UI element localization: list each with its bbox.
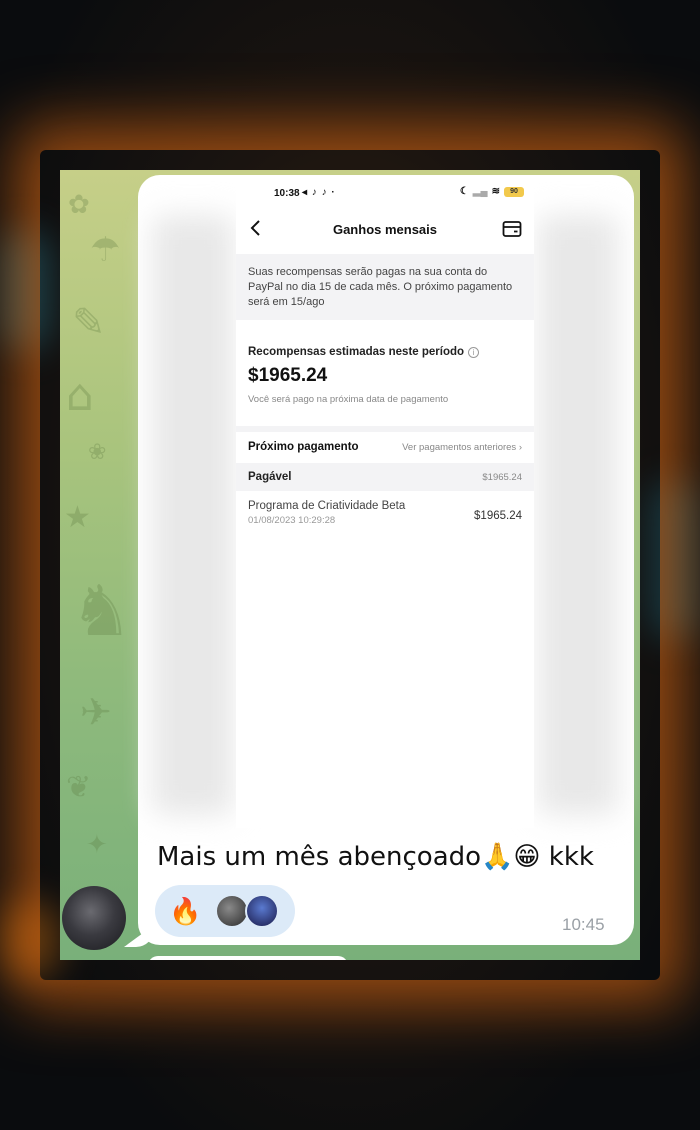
doodle-icon: ✦ (86, 830, 108, 860)
next-payment-title: Próximo pagamento (248, 441, 359, 453)
status-time: 10:38 (274, 188, 300, 199)
moon-icon: ☾ (459, 186, 469, 197)
doodle-icon: ☂ (90, 230, 121, 270)
payment-notice: Suas recompensas serão pagas na sua cont… (236, 254, 534, 320)
payable-row: Pagável $1965.24 (236, 463, 534, 491)
nav-bar: Ganhos mensais (236, 208, 534, 252)
doodle-icon: ⌂ (66, 370, 94, 421)
chevron-right-icon: › (518, 441, 522, 453)
program-payment-row[interactable]: Programa de Criatividade Beta 01/08/2023… (236, 492, 534, 542)
chat-window: ✿ ☂ ✎ ⌂ ❀ ★ ♞ ✈ ❦ ✦ 10:38 ◂ ♪ ♪ · ☾ ▂▄ ≋… (60, 170, 640, 960)
previous-payments-label: Ver pagamentos anteriores (402, 441, 517, 453)
next-payment-header: Próximo pagamento Ver pagamentos anterio… (236, 432, 534, 462)
doodle-icon: ★ (64, 500, 91, 535)
program-amount: $1965.24 (474, 510, 522, 522)
payable-label: Pagável (248, 471, 292, 483)
estimated-amount: $1965.24 (248, 365, 328, 386)
notification-icons: ◂ ♪ ♪ · (302, 187, 336, 198)
next-message-peek (148, 956, 348, 960)
previous-payments-link[interactable]: Ver pagamentos anteriores › (402, 442, 522, 453)
reactor-avatar (215, 894, 249, 928)
doodle-icon: ♞ (70, 570, 133, 652)
doodle-icon: ✈ (80, 690, 112, 734)
doodle-icon: ✿ (68, 190, 90, 220)
doodle-icon: ✎ (72, 300, 106, 346)
wallet-icon[interactable] (502, 220, 522, 238)
wifi-icon: ≋ (491, 186, 500, 197)
reaction-bar[interactable]: 🔥 (155, 885, 295, 937)
estimated-rewards-label: Recompensas estimadas neste período i (248, 346, 522, 358)
battery-icon: 90 (504, 186, 524, 197)
estimated-rewards-card: Recompensas estimadas neste período i $1… (236, 328, 534, 428)
status-bar: 10:38 ◂ ♪ ♪ · ☾ ▂▄ ≋ 90 (236, 180, 534, 208)
doodle-icon: ❀ (88, 440, 107, 465)
payable-amount: $1965.24 (482, 471, 522, 483)
info-icon[interactable]: i (468, 346, 480, 358)
doodle-icon: ❦ (66, 770, 92, 805)
signal-icon: ▂▄ (472, 186, 488, 197)
blurred-screenshot-edge (152, 215, 234, 815)
status-icons: ☾ ▂▄ ≋ 90 (460, 186, 524, 197)
estimated-subtext: Você será pago na próxima data de pagame… (248, 394, 449, 405)
message-time: 10:45 (562, 915, 605, 934)
fire-reaction-icon[interactable]: 🔥 (169, 895, 201, 927)
sender-avatar[interactable] (62, 886, 126, 950)
reactor-avatar (245, 894, 279, 928)
embedded-screenshot[interactable]: 10:38 ◂ ♪ ♪ · ☾ ▂▄ ≋ 90 Ganhos mensais S… (236, 180, 534, 828)
message-text: Mais um mês abençoado🙏😁 kkk (157, 842, 594, 872)
page-title: Ganhos mensais (332, 222, 438, 237)
estimated-rewards-text: Recompensas estimadas neste período (248, 346, 465, 358)
blurred-screenshot-edge (538, 215, 618, 815)
